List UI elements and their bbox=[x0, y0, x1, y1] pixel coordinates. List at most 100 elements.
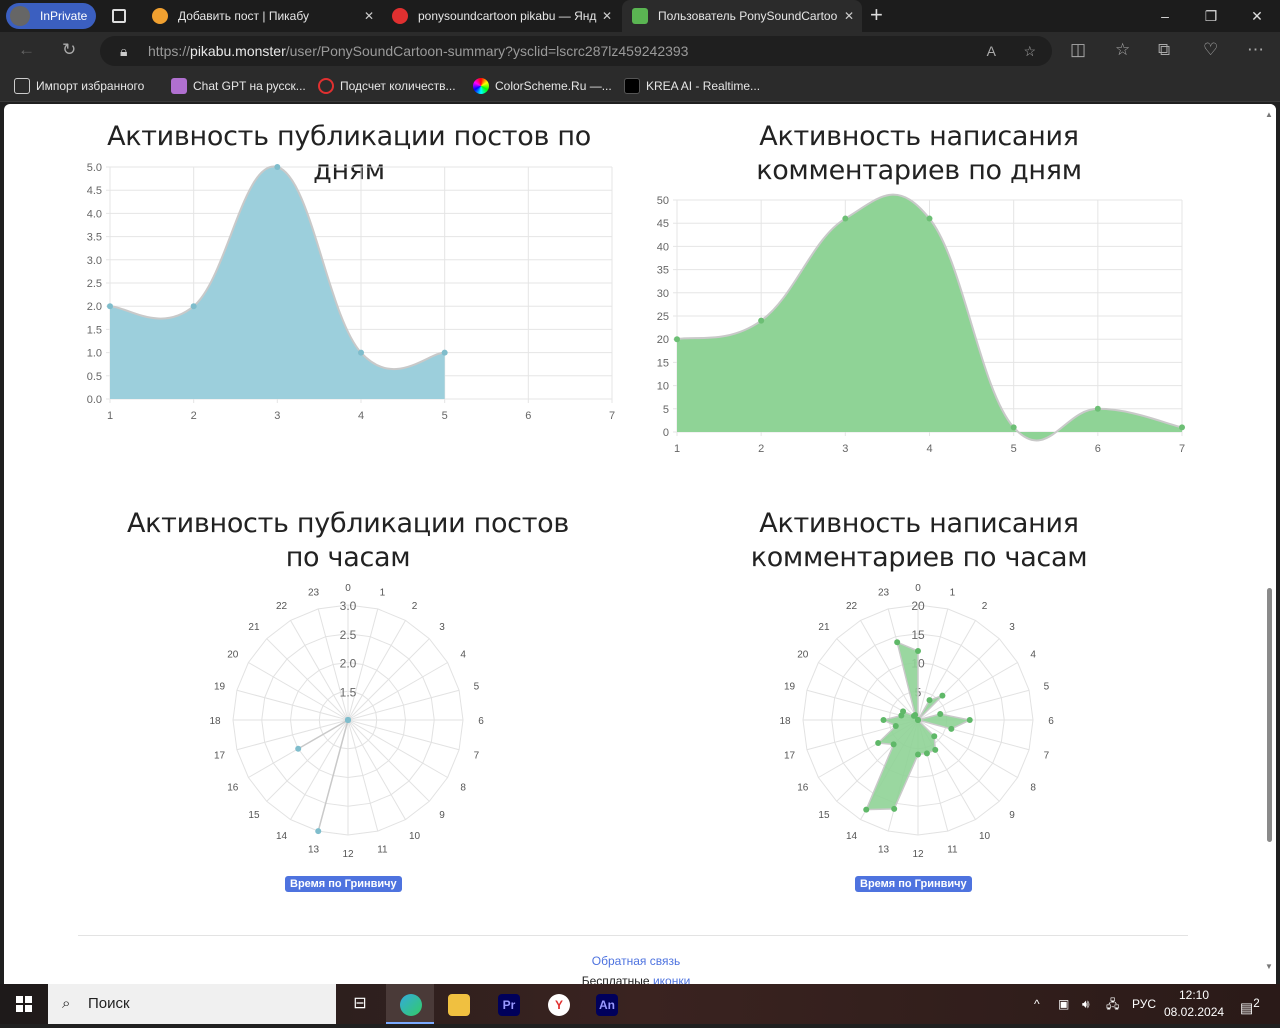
close-tab-icon[interactable]: ✕ bbox=[364, 0, 374, 32]
data-point bbox=[915, 751, 921, 758]
taskbar-search[interactable]: ⌕ Поиск bbox=[48, 984, 336, 1024]
yandex-browser-app-icon[interactable]: Y bbox=[534, 984, 582, 1024]
edge-app-icon[interactable] bbox=[386, 984, 434, 1024]
data-point bbox=[880, 717, 887, 723]
y-tick-label: 5.0 bbox=[87, 162, 102, 174]
collections-icon[interactable]: ⧉ bbox=[1158, 40, 1170, 60]
tab-add-post[interactable]: Добавить пост | Пикабу ✕ bbox=[142, 0, 382, 32]
clock-date: 08.02.2024 bbox=[1164, 1005, 1225, 1019]
close-tab-icon[interactable]: ✕ bbox=[839, 0, 854, 32]
address-bar[interactable]: 🔒︎ https://pikabu.monster/user/PonySound… bbox=[100, 36, 1052, 66]
language-indicator[interactable]: РУС bbox=[1132, 984, 1156, 1024]
taskbar: ⌕ Поиск ⊟ Pr Y An ^ ▣ 🔊︎ 🖧 РУС 12:10 08.02… bbox=[0, 984, 1280, 1024]
tray-overflow-icon[interactable]: ^ bbox=[1034, 984, 1040, 1024]
bookmarks-bar: Импорт избранного Chat GPT на русск... П… bbox=[0, 70, 1280, 102]
scrollbar-thumb[interactable] bbox=[1267, 588, 1272, 842]
data-point bbox=[966, 717, 973, 723]
favorites-icon[interactable]: ☆ bbox=[1115, 40, 1130, 60]
favorite-star-icon[interactable]: ☆ bbox=[1023, 36, 1036, 66]
data-point bbox=[842, 215, 849, 222]
new-tab-button[interactable]: + bbox=[870, 2, 883, 28]
hour-label: 6 bbox=[478, 716, 484, 727]
hour-label: 9 bbox=[1009, 810, 1015, 821]
bookmark-import[interactable]: Импорт избранного bbox=[14, 70, 144, 102]
angle-line bbox=[266, 719, 349, 802]
close-window-button[interactable]: ✕ bbox=[1234, 0, 1280, 32]
bookmark-counter[interactable]: Подсчет количеств... bbox=[318, 70, 456, 102]
icons-link[interactable]: иконки bbox=[653, 974, 690, 984]
back-icon[interactable]: ← bbox=[18, 40, 35, 60]
data-point bbox=[674, 336, 680, 343]
data-point bbox=[894, 639, 901, 646]
hour-label: 15 bbox=[818, 810, 830, 821]
tab-title: ponysoundcartoon pikabu — Янд bbox=[418, 9, 597, 23]
restore-button[interactable]: ❐ bbox=[1188, 0, 1234, 32]
data-point bbox=[926, 215, 933, 222]
premiere-app-icon[interactable]: Pr bbox=[484, 984, 532, 1024]
hour-label: 19 bbox=[784, 682, 796, 693]
data-point bbox=[891, 805, 898, 812]
hour-label: 12 bbox=[912, 849, 924, 860]
data-point bbox=[875, 740, 882, 746]
x-tick-label: 2 bbox=[758, 443, 764, 455]
angle-line bbox=[347, 689, 460, 721]
browser-essentials-icon[interactable]: ♡ bbox=[1203, 40, 1218, 60]
tab-strip: InPrivate Добавить пост | Пикабу ✕ ponyso… bbox=[0, 0, 1280, 32]
hour-label: 8 bbox=[460, 783, 466, 794]
hour-label: 7 bbox=[1044, 750, 1050, 761]
animate-app-icon[interactable]: An bbox=[582, 984, 630, 1024]
tab-user-summary[interactable]: Пользователь PonySoundCartoo ✕ bbox=[622, 0, 862, 32]
angle-line bbox=[347, 719, 460, 751]
hour-label: 16 bbox=[797, 783, 809, 794]
windows-start-icon[interactable] bbox=[16, 996, 32, 1012]
scroll-down-icon[interactable]: ▼ bbox=[1265, 962, 1273, 971]
inprivate-badge[interactable]: InPrivate bbox=[6, 3, 96, 29]
inprivate-label: InPrivate bbox=[40, 9, 88, 23]
data-point bbox=[890, 741, 897, 748]
hour-label: 23 bbox=[308, 588, 320, 599]
task-view-icon[interactable]: ⊟ bbox=[336, 984, 384, 1024]
network-icon[interactable]: 🖧 bbox=[1106, 984, 1119, 1024]
x-tick-label: 4 bbox=[358, 410, 364, 422]
read-aloud-icon[interactable]: A bbox=[987, 36, 996, 66]
footer-divider bbox=[78, 935, 1188, 936]
site-favicon-icon bbox=[632, 8, 648, 24]
page-scrollbar[interactable]: ▲ ▼ bbox=[1262, 104, 1276, 984]
x-tick-label: 1 bbox=[107, 410, 113, 422]
notifications-icon[interactable]: ▤2 bbox=[1240, 984, 1260, 1024]
more-menu-icon[interactable]: ⋯ bbox=[1247, 40, 1264, 60]
minimize-button[interactable]: – bbox=[1142, 0, 1188, 32]
lock-icon: 🔒︎ bbox=[120, 43, 128, 59]
x-tick-label: 3 bbox=[274, 410, 280, 422]
area-fill bbox=[677, 194, 1182, 441]
refresh-icon[interactable]: ↻ bbox=[62, 40, 76, 60]
hour-label: 16 bbox=[227, 783, 239, 794]
data-point bbox=[948, 725, 955, 732]
radar-area bbox=[297, 718, 350, 832]
explorer-app-icon[interactable] bbox=[434, 984, 482, 1024]
x-tick-label: 2 bbox=[191, 410, 197, 422]
y-tick-label: 0.0 bbox=[87, 394, 102, 406]
bookmark-colorscheme[interactable]: ColorScheme.Ru —... bbox=[473, 70, 612, 102]
r-tick-label: 2.0 bbox=[340, 657, 357, 671]
page-content: Активность публикации постов по дням Акт… bbox=[4, 104, 1276, 984]
scroll-up-icon[interactable]: ▲ bbox=[1265, 110, 1273, 119]
r-tick-label: 1.5 bbox=[340, 685, 357, 699]
import-icon bbox=[14, 78, 30, 94]
tab-actions-icon[interactable] bbox=[112, 9, 126, 23]
bookmark-chatgpt[interactable]: Chat GPT на русск... bbox=[171, 70, 306, 102]
clock[interactable]: 12:10 08.02.2024 bbox=[1164, 987, 1224, 1021]
bookmark-krea[interactable]: KREA AI - Realtime... bbox=[624, 70, 760, 102]
meet-icon[interactable]: ▣ bbox=[1058, 984, 1069, 1024]
close-tab-icon[interactable]: ✕ bbox=[597, 0, 612, 32]
split-screen-icon[interactable]: ◫ bbox=[1070, 40, 1086, 60]
data-point bbox=[1010, 424, 1017, 431]
notification-count: 2 bbox=[1253, 997, 1260, 1010]
hour-label: 2 bbox=[982, 601, 988, 612]
hour-label: 9 bbox=[439, 810, 445, 821]
volume-icon[interactable]: 🔊︎ bbox=[1082, 984, 1090, 1024]
hour-label: 0 bbox=[915, 583, 921, 594]
feedback-link[interactable]: Обратная связь bbox=[592, 954, 680, 968]
tab-yandex[interactable]: ponysoundcartoon pikabu — Янд ✕ bbox=[382, 0, 620, 32]
angle-line bbox=[347, 638, 430, 721]
